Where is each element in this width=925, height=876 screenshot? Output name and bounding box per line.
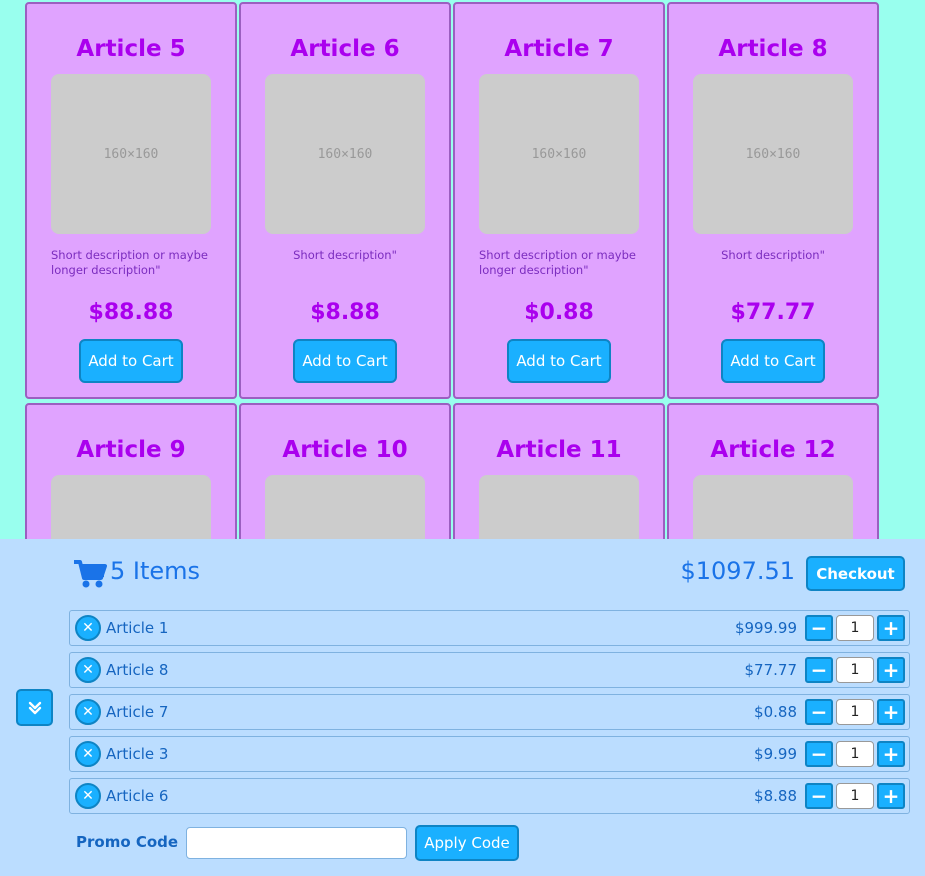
remove-item-icon[interactable]: ✕	[75, 741, 101, 767]
remove-item-icon[interactable]: ✕	[75, 657, 101, 683]
product-card: Article 7 160×160 Short description or m…	[453, 2, 665, 399]
cart-item-name: Article 7	[106, 703, 169, 721]
product-price: $8.88	[310, 300, 380, 325]
product-image: 160×160	[479, 74, 639, 234]
cart-item-count: 5 Items	[110, 557, 201, 585]
increase-quantity-button[interactable]: +	[877, 657, 905, 683]
checkout-button[interactable]: Checkout	[806, 556, 905, 591]
product-description: Short description"	[721, 248, 825, 262]
product-price: $88.88	[88, 300, 174, 325]
decrease-quantity-button[interactable]: −	[805, 699, 833, 725]
apply-code-button[interactable]: Apply Code	[415, 825, 519, 861]
cart-panel: 5 Items $1097.51 Checkout ✕ Article 1 $9…	[0, 539, 925, 876]
quantity-input[interactable]	[836, 741, 874, 767]
add-to-cart-button[interactable]: Add to Cart	[721, 339, 825, 383]
cart-item-row: ✕ Article 6 $8.88 − +	[69, 778, 910, 814]
cart-item-price: $999.99	[734, 619, 797, 637]
increase-quantity-button[interactable]: +	[877, 615, 905, 641]
cart-item-name: Article 8	[106, 661, 169, 679]
cart-header: 5 Items $1097.51 Checkout	[0, 539, 925, 609]
remove-item-icon[interactable]: ✕	[75, 615, 101, 641]
product-card: Article 8 160×160 Short description" $77…	[667, 2, 879, 399]
product-title: Article 5	[76, 36, 186, 62]
decrease-quantity-button[interactable]: −	[805, 783, 833, 809]
quantity-input[interactable]	[836, 783, 874, 809]
cart-item-name: Article 6	[106, 787, 169, 805]
product-image: 160×160	[265, 74, 425, 234]
product-description: Short description or maybe longer descri…	[51, 248, 208, 277]
product-title: Article 8	[718, 36, 828, 62]
remove-item-icon[interactable]: ✕	[75, 783, 101, 809]
cart-item-price: $77.77	[744, 661, 798, 679]
product-title: Article 12	[710, 437, 836, 463]
cart-total: $1097.51	[680, 557, 795, 585]
double-chevron-down-icon[interactable]	[16, 689, 53, 726]
product-image: 160×160	[693, 74, 853, 234]
product-description: Short description"	[293, 248, 397, 262]
cart-item-name: Article 3	[106, 745, 169, 763]
add-to-cart-button[interactable]: Add to Cart	[79, 339, 183, 383]
cart-item-row: ✕ Article 7 $0.88 − +	[69, 694, 910, 730]
product-price: $77.77	[730, 300, 816, 325]
product-title: Article 6	[290, 36, 400, 62]
product-title: Article 11	[496, 437, 622, 463]
increase-quantity-button[interactable]: +	[877, 699, 905, 725]
product-title: Article 10	[282, 437, 408, 463]
promo-code-label: Promo Code	[76, 833, 179, 851]
shopping-cart-icon	[73, 559, 107, 589]
remove-item-icon[interactable]: ✕	[75, 699, 101, 725]
product-image: 160×160	[51, 74, 211, 234]
increase-quantity-button[interactable]: +	[877, 783, 905, 809]
quantity-input[interactable]	[836, 699, 874, 725]
product-title: Article 7	[504, 36, 614, 62]
cart-item-name: Article 1	[106, 619, 169, 637]
product-title: Article 9	[76, 437, 186, 463]
decrease-quantity-button[interactable]: −	[805, 657, 833, 683]
quantity-input[interactable]	[836, 657, 874, 683]
product-card: Article 5 160×160 Short description or m…	[25, 2, 237, 399]
product-card: Article 6 160×160 Short description" $8.…	[239, 2, 451, 399]
add-to-cart-button[interactable]: Add to Cart	[507, 339, 611, 383]
decrease-quantity-button[interactable]: −	[805, 741, 833, 767]
add-to-cart-button[interactable]: Add to Cart	[293, 339, 397, 383]
product-description: Short description or maybe longer descri…	[479, 248, 636, 277]
decrease-quantity-button[interactable]: −	[805, 615, 833, 641]
product-price: $0.88	[524, 300, 594, 325]
cart-item-row: ✕ Article 3 $9.99 − +	[69, 736, 910, 772]
cart-item-row: ✕ Article 8 $77.77 − +	[69, 652, 910, 688]
cart-item-price: $0.88	[754, 703, 797, 721]
quantity-input[interactable]	[836, 615, 874, 641]
increase-quantity-button[interactable]: +	[877, 741, 905, 767]
cart-item-price: $9.99	[754, 745, 797, 763]
cart-item-price: $8.88	[754, 787, 797, 805]
promo-code-input[interactable]	[186, 827, 407, 859]
cart-item-row: ✕ Article 1 $999.99 − +	[69, 610, 910, 646]
